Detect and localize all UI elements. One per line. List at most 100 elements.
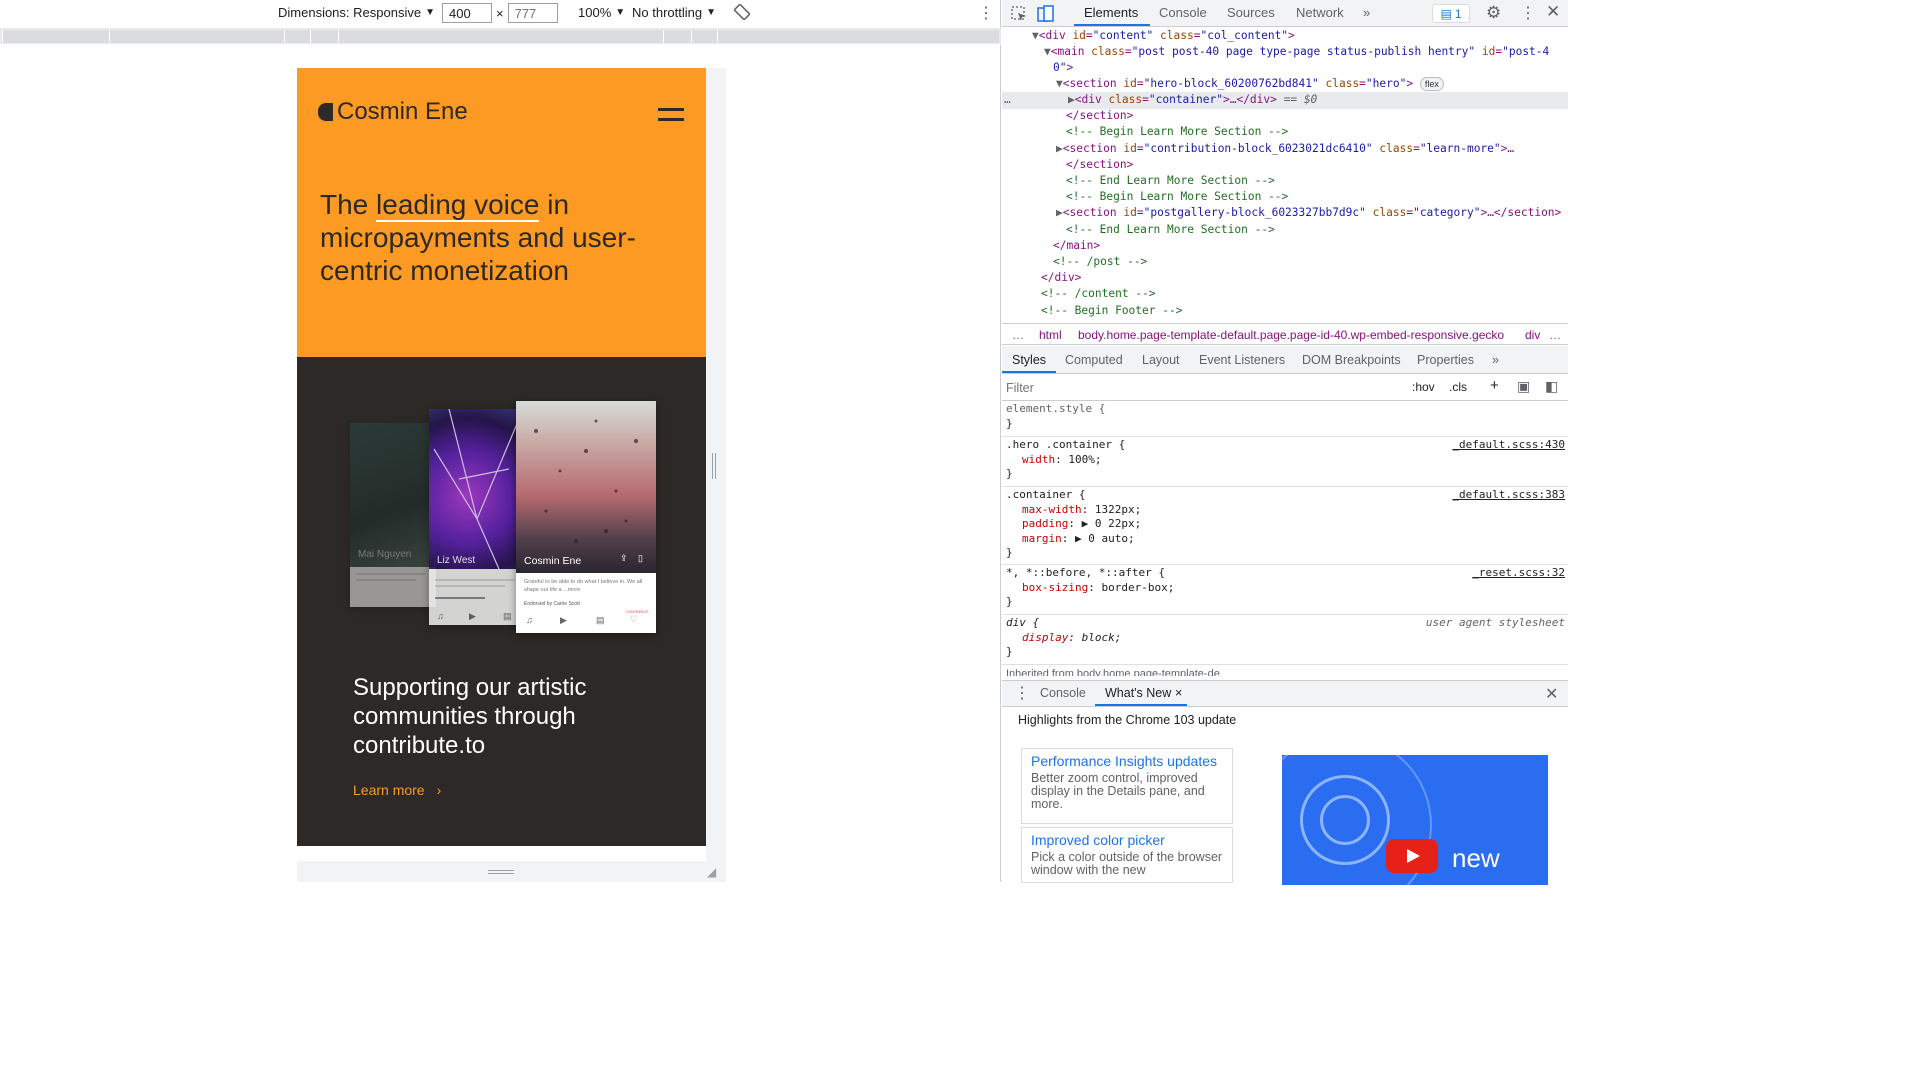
artist-card-mai: Mai Nguyen bbox=[350, 423, 436, 607]
learn-more-link[interactable]: Learn more › bbox=[353, 782, 441, 798]
dropdown-arrow-icon: ▼ bbox=[425, 7, 435, 18]
resize-corner-icon[interactable]: ◢ bbox=[707, 865, 716, 879]
video-caption: new bbox=[1452, 843, 1500, 873]
artist-card-cosmin: Cosmin Ene ⇪ ▯ Grateful to be able to do… bbox=[516, 401, 656, 633]
hero-highlight: leading voice bbox=[376, 189, 540, 222]
bottom-drawer: ⋮ Console What's New × ✕ Highlights from… bbox=[1002, 680, 1568, 885]
throttling-label: No throttling bbox=[632, 5, 703, 20]
card-name: Liz West bbox=[437, 555, 476, 566]
tab-computed[interactable]: Computed bbox=[1065, 353, 1123, 367]
height-input[interactable] bbox=[507, 3, 558, 23]
music-icon: ♫ bbox=[526, 615, 533, 625]
tab-properties[interactable]: Properties bbox=[1417, 353, 1474, 367]
tab-sources[interactable]: Sources bbox=[1227, 5, 1275, 20]
rule-element-style[interactable]: element.style { } bbox=[1002, 401, 1568, 437]
more-tabs-icon[interactable]: » bbox=[1363, 5, 1370, 20]
settings-gear-icon[interactable]: ⚙ bbox=[1486, 3, 1501, 23]
inspect-element-icon bbox=[1011, 6, 1026, 21]
cards-illustration: Mai Nguyen Liz West ♫ ▶ ▤ Cosmin Ene ⇪ ▯… bbox=[350, 401, 656, 633]
source-link[interactable]: _default.scss:430 bbox=[1452, 438, 1565, 453]
tab-event-listeners[interactable]: Event Listeners bbox=[1199, 353, 1285, 367]
artist-card-liz: Liz West ♫ ▶ ▤ bbox=[429, 409, 524, 625]
devtools-panel: Elements Console Sources Network » ▤ 1 ⚙ … bbox=[1002, 0, 1568, 885]
site-logo[interactable]: Cosmin Ene bbox=[318, 98, 468, 126]
rule-container[interactable]: .container { _default.scss:383 max-width… bbox=[1002, 487, 1568, 565]
whats-new-headline: Highlights from the Chrome 103 update bbox=[1018, 713, 1237, 727]
class-toggle[interactable]: .cls bbox=[1449, 380, 1467, 394]
width-input[interactable] bbox=[442, 3, 492, 23]
card-description: Better zoom control, improved display in… bbox=[1031, 771, 1205, 811]
whats-new-card[interactable]: Performance Insights updates Better zoom… bbox=[1021, 748, 1233, 824]
drawer-tabbar: ⋮ Console What's New × ✕ bbox=[1002, 681, 1568, 707]
tab-dom-breakpoints[interactable]: DOM Breakpoints bbox=[1302, 353, 1401, 367]
flex-badge[interactable]: flex bbox=[1419, 77, 1444, 91]
times-sign: × bbox=[496, 5, 504, 21]
tab-styles[interactable]: Styles bbox=[1012, 353, 1046, 367]
zoom-label: 100% bbox=[578, 5, 612, 20]
drawer-tab-console[interactable]: Console bbox=[1040, 686, 1086, 700]
breadcrumb: … html body.home.page-template-default.p… bbox=[1002, 323, 1568, 345]
whats-new-video-thumbnail[interactable]: new bbox=[1282, 755, 1548, 885]
youtube-play-icon[interactable] bbox=[1386, 839, 1438, 873]
hover-state-toggle[interactable]: :hov bbox=[1412, 380, 1435, 394]
hero-heading: The leading voice in micropayments and u… bbox=[320, 188, 680, 287]
styles-filter-input[interactable] bbox=[1006, 378, 1400, 398]
resize-handle-right[interactable] bbox=[706, 68, 726, 861]
tab-elements[interactable]: Elements bbox=[1084, 5, 1138, 20]
styles-pane[interactable]: element.style { } .hero .container { _de… bbox=[1002, 401, 1568, 676]
card-name: Cosmin Ene bbox=[524, 555, 582, 567]
dimensions-dropdown[interactable]: Dimensions: Responsive ▼ bbox=[278, 5, 435, 20]
tab-console[interactable]: Console bbox=[1159, 5, 1207, 20]
issues-badge[interactable]: ▤ 1 bbox=[1432, 4, 1470, 23]
user-agent-label: user agent stylesheet bbox=[1425, 616, 1565, 629]
zoom-dropdown[interactable]: 100% ▼ bbox=[578, 5, 625, 20]
breadcrumb-body[interactable]: body.home.page-template-default.page.pag… bbox=[1078, 328, 1504, 342]
heart-icon: ♡ bbox=[630, 614, 639, 624]
card-title: Performance Insights updates bbox=[1031, 753, 1217, 769]
tab-network[interactable]: Network bbox=[1296, 5, 1344, 20]
card-title: Improved color picker bbox=[1031, 832, 1165, 848]
rule-hero-container[interactable]: .hero .container { _default.scss:430 wid… bbox=[1002, 437, 1568, 487]
paint-icon[interactable]: ▣ bbox=[1517, 378, 1530, 395]
media-query-ruler[interactable] bbox=[0, 28, 1001, 45]
issues-count: 1 bbox=[1454, 6, 1462, 21]
card-name: Mai Nguyen bbox=[358, 549, 412, 560]
inherited-from-label: Inherited from body.home.page-template-d… bbox=[1006, 668, 1220, 676]
rotate-button[interactable] bbox=[734, 4, 750, 20]
rule-universal[interactable]: *, *::before, *::after { _reset.scss:32 … bbox=[1002, 565, 1568, 615]
support-heading: Supporting our artistic communities thro… bbox=[353, 674, 587, 759]
logo-text: Cosmin Ene bbox=[337, 98, 468, 125]
add-rule-icon[interactable]: + bbox=[1490, 377, 1499, 394]
drawer-tab-whats-new[interactable]: What's New bbox=[1105, 686, 1171, 700]
learn-more-label: Learn more bbox=[353, 782, 425, 798]
more-options-icon[interactable]: ⋮ bbox=[978, 3, 994, 23]
video-icon: ▶ bbox=[560, 615, 567, 625]
resize-handle-bottom[interactable] bbox=[297, 861, 726, 882]
more-options-icon[interactable]: ⋮ bbox=[1520, 3, 1536, 23]
breadcrumb-div[interactable]: div bbox=[1525, 328, 1540, 342]
close-drawer-icon[interactable]: ✕ bbox=[1545, 684, 1558, 704]
source-link[interactable]: _default.scss:383 bbox=[1452, 488, 1565, 503]
screen: Dimensions: Responsive ▼ × 100% ▼ No thr… bbox=[0, 0, 1568, 885]
hamburger-menu-icon[interactable] bbox=[658, 108, 684, 121]
breadcrumb-more-icon[interactable]: … bbox=[1547, 328, 1561, 342]
chevron-right-icon: › bbox=[436, 782, 442, 798]
breadcrumb-html[interactable]: html bbox=[1039, 328, 1062, 342]
sidebar-toggle-icon[interactable]: ◧ bbox=[1545, 378, 1558, 395]
close-tab-icon[interactable]: × bbox=[1175, 686, 1182, 700]
issues-icon: ▤ bbox=[1440, 6, 1452, 21]
source-link[interactable]: _reset.scss:32 bbox=[1472, 566, 1565, 581]
rotate-icon bbox=[734, 4, 750, 20]
whats-new-card[interactable]: Improved color picker Pick a color outsi… bbox=[1021, 827, 1233, 883]
drawer-menu-icon[interactable]: ⋮ bbox=[1014, 683, 1030, 703]
music-icon: ♫ bbox=[437, 611, 444, 621]
throttling-dropdown[interactable]: No throttling ▼ bbox=[632, 5, 716, 20]
rule-div-user-agent[interactable]: div { user agent stylesheet display: blo… bbox=[1002, 615, 1568, 665]
dom-tree[interactable]: ▼<div id="content" class="col_content"> … bbox=[1002, 28, 1568, 320]
breadcrumb-ellipsis[interactable]: … bbox=[1012, 328, 1024, 342]
tab-layout[interactable]: Layout bbox=[1142, 353, 1180, 367]
bookmark-icon: ▯ bbox=[638, 553, 643, 563]
close-icon[interactable]: ✕ bbox=[1546, 2, 1560, 22]
more-subtabs-icon[interactable]: » bbox=[1492, 353, 1499, 367]
video-icon: ▶ bbox=[469, 611, 476, 621]
